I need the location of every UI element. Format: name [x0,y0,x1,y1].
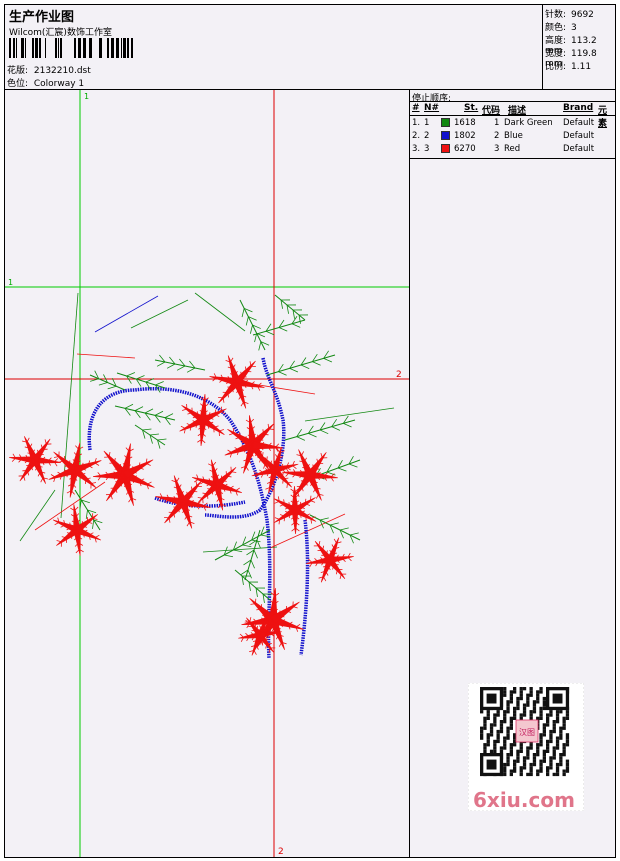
stop-row: 1. 1 1618 1 Dark Green Default [410,117,615,130]
row-description: Red [504,144,521,154]
stop-sequence-header: # N# St. 代码 描述 Brand 元素 [410,101,615,129]
design-file-row: 花版: 2132210.dst [7,63,91,76]
col-stitches: St. [464,103,479,113]
row-stitches: 6270 [454,144,476,154]
stitches-row: 针数: 9692 [545,7,594,20]
colorway-value: Colorway 1 [33,79,85,89]
table-divider [410,158,615,159]
color-swatch [441,118,450,127]
row-stitches: 1618 [454,118,476,128]
stitches-value: 9692 [571,10,594,20]
row-number: 1 [424,118,430,128]
colorway-row: 色位: Colorway 1 [7,76,84,89]
scale-row: 比例: 1.11 [545,59,591,72]
row-number: 2 [424,131,430,141]
color-swatch [441,131,450,140]
row-index: 3. [412,144,421,154]
guide-v1-label: 1 [84,92,89,101]
row-brand: Default [563,118,595,128]
height-label: 高度: [545,36,567,46]
colors-row: 颜色: 3 [545,20,577,33]
colors-label: 颜色: [545,23,567,33]
row-stitches: 1802 [454,131,476,141]
design-file-value: 2132210.dst [33,66,91,76]
page-title: 生产作业图 [9,10,75,25]
colorway-label: 色位: [7,79,29,89]
design-stats: 针数: 9692 颜色: 3 高度: 113.2 mm 宽度: 119.8 mm 比例:… [542,5,616,89]
guide-h1-label: 1 [8,278,13,287]
col-code: 代码 [482,106,501,116]
row-brand: Default [563,131,595,141]
design-preview: 1 1 2 2 [5,90,410,857]
row-index: 1. [412,118,421,128]
watermark-logo: 6xiu.com [473,788,575,812]
stitches-label: 针数: [545,10,567,20]
scale-label: 比例: [545,62,567,72]
design-file-label: 花版: [7,66,29,76]
row-description: Blue [504,131,523,141]
row-code: 1 [494,118,500,128]
embroidery-design [9,292,395,659]
colors-value: 3 [571,23,577,33]
guide-h2-label: 2 [396,370,402,380]
row-description: Dark Green [504,118,553,128]
header: 生产作业图 Wilcom(汇宸)数饰工作室 花版: 2132210.dst 色位… [5,5,615,90]
row-code: 2 [494,131,500,141]
embroidery-canvas: 1 1 2 2 [5,90,409,857]
stop-row: 2. 2 1802 2 Blue Default [410,130,615,143]
scale-value: 1.11 [571,62,592,72]
company-name: Wilcom(汇宸)数饰工作室 [9,28,112,38]
guide-v2-label: 2 [278,847,284,857]
row-code: 3 [494,144,500,154]
barcode [9,38,133,58]
stop-row: 3. 3 6270 3 Red Default [410,143,615,156]
color-swatch [441,144,450,153]
col-description: 描述 [508,106,527,116]
row-brand: Default [563,144,595,154]
col-number: N# [424,103,440,113]
col-index: # [412,103,420,113]
row-index: 2. [412,131,421,141]
row-number: 3 [424,144,430,154]
width-label: 宽度: [545,49,567,59]
svg-text:汉图: 汉图 [519,728,535,737]
col-brand: Brand [563,103,594,113]
